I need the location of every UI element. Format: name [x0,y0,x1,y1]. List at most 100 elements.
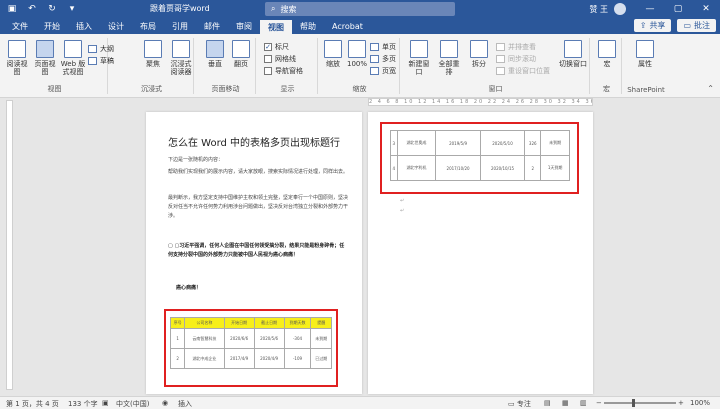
tab-file[interactable]: 文件 [4,18,36,34]
nav-pane-checkbox[interactable]: 导航窗格 [264,66,303,76]
tab-help[interactable]: 帮助 [292,18,324,34]
page-count[interactable]: 第 1 页，共 4 页 [6,399,59,409]
save-icon[interactable]: ▣ [6,3,18,15]
print-layout-icon[interactable]: ▦ [562,399,569,407]
share-button[interactable]: ⇪ 共享 [633,19,672,32]
table-header-cell[interactable]: 截止日期 [253,317,285,329]
focus-button[interactable]: 聚焦 [140,40,166,68]
comments-button[interactable]: ▭ 批注 [677,19,716,32]
table-cell[interactable]: 2020/6/6 [223,328,255,349]
data-table[interactable]: 序号 公司名称 开始日期 截止日期 到期天数 提醒 1 云南智慧科技 2020/… [169,317,332,369]
word-count[interactable]: 133 个字 [68,399,98,409]
new-window-button[interactable]: 新建窗口 [406,40,432,76]
page-width-button[interactable]: 页宽 [370,66,396,76]
table-cell[interactable]: 2020/4/9 [253,348,285,369]
tab-home[interactable]: 开始 [36,18,68,34]
immersive-reader-button[interactable]: 沉浸式阅读器 [168,40,194,76]
tab-view[interactable]: 视图 [260,20,292,34]
paragraph-4[interactable]: ▢ ▢习近平强调，任何人企图在中国任何领受搞分裂，结果只能是粉身碎骨；任何支持分… [168,242,348,260]
zoom-100-button[interactable]: 100% [344,40,370,68]
tab-design[interactable]: 设计 [100,18,132,34]
multiple-pages-button[interactable]: 多页 [370,54,396,64]
gridlines-checkbox[interactable]: 网格线 [264,54,296,64]
table-header-cell[interactable]: 序号 [169,317,186,329]
table-cell[interactable]: 2017/10/20 [435,155,481,181]
accessibility-icon[interactable]: ◉ [162,399,168,407]
avatar[interactable] [614,3,626,15]
table-cell[interactable]: 2017/4/9 [223,348,255,369]
customize-toolbar-icon[interactable]: ▾ [66,3,78,15]
table-cell[interactable]: 2020/5/6 [253,328,285,349]
zoom-in-button[interactable]: + [678,399,684,407]
minimize-button[interactable]: — [636,0,664,18]
restore-button[interactable]: ▢ [664,0,692,18]
user-name[interactable]: 赞 王 [589,4,608,15]
language[interactable]: 中文(中国) [116,399,149,409]
properties-button[interactable]: 属性 [632,40,658,68]
tab-acrobat[interactable]: Acrobat [324,18,371,34]
document-page-2[interactable]: 3 湖北世奥成 2019/5/9 2020/5/10 326 未到期 4 湖北宇… [368,112,593,394]
paragraph-2[interactable]: 帮助我们实现我们的展示内容，请大家放眼，搜索实际情况进行处理，同样出去。 [168,168,348,177]
table-cell[interactable]: -109 [283,348,312,369]
collapse-ribbon-icon[interactable]: ⌃ [707,84,714,93]
table-header-cell[interactable]: 到期天数 [283,317,312,329]
read-mode-button[interactable]: 阅读视图 [4,40,30,76]
tab-layout[interactable]: 布局 [132,18,164,34]
arrange-all-button[interactable]: 全部重排 [436,40,462,76]
table-cell[interactable]: 326 [524,130,542,156]
one-page-button[interactable]: 单页 [370,42,396,52]
zoom-slider[interactable] [604,402,676,404]
table-cell[interactable]: -304 [283,328,312,349]
table-cell[interactable]: 2 [169,348,186,369]
table-cell[interactable]: 1天到期 [540,155,570,181]
table-cell[interactable]: 湖北世奥成 [396,130,437,156]
paragraph-5[interactable]: 癌心病痛！ [176,284,356,293]
web-layout-button[interactable]: Web 版式视图 [60,40,86,76]
table-cell[interactable]: 1 [169,328,186,349]
paragraph-3[interactable]: 最判断示，我方坚定支持中国维护主权和领土完整，坚定奉行一个中国原则，坚决反对任当… [168,194,348,221]
split-button[interactable]: 拆分 [466,40,492,68]
zoom-level[interactable]: 100% [690,399,710,407]
tab-mailings[interactable]: 邮件 [196,18,228,34]
ruler-checkbox[interactable]: ✓ 标尺 [264,42,289,52]
table-cell[interactable]: 2020/5/10 [479,130,526,156]
zoom-slider-thumb[interactable] [632,399,635,407]
paragraph-1[interactable]: 下边是一张随机的内容： [168,156,348,165]
table-cell[interactable]: 2019/5/9 [435,130,481,156]
table-cell[interactable]: 2020/10/15 [479,155,526,181]
view-side-by-side-button[interactable]: 并排查看 [496,42,536,52]
vertical-ruler[interactable] [6,100,13,390]
table-header-cell[interactable]: 开始日期 [223,317,255,329]
redo-icon[interactable]: ↻ [46,3,58,15]
vertical-button[interactable]: 垂直 [202,40,228,68]
zoom-button[interactable]: 缩放 [320,40,346,68]
search-box[interactable]: ⌕ 搜索 [265,2,455,16]
document-page-1[interactable]: 怎么在 Word 中的表格多页出现标题行 下边是一张随机的内容： 帮助我们实现我… [146,112,362,394]
document-title[interactable]: 怎么在 Word 中的表格多页出现标题行 [168,134,340,149]
table-cell[interactable]: 湖北中成企业 [184,348,225,369]
zoom-out-button[interactable]: − [596,399,602,407]
tab-references[interactable]: 引用 [164,18,196,34]
switch-windows-button[interactable]: 切换窗口 [558,40,588,68]
read-mode-icon[interactable]: ▤ [544,399,551,407]
horizontal-ruler[interactable]: 2 4 6 8 10 12 14 16 18 20 22 24 26 28 30… [368,98,593,106]
side-to-side-button[interactable]: 翻页 [228,40,254,68]
table-cell[interactable]: 湖北宇利机 [396,155,437,181]
print-layout-button[interactable]: 页面视图 [32,40,58,76]
data-table-continued[interactable]: 3 湖北世奥成 2019/5/9 2020/5/10 326 未到期 4 湖北宇… [390,130,570,181]
macros-button[interactable]: 宏 [594,40,620,68]
close-button[interactable]: ✕ [692,0,720,18]
tab-review[interactable]: 审阅 [228,18,260,34]
table-cell[interactable]: 未到期 [310,328,332,349]
tab-insert[interactable]: 插入 [68,18,100,34]
table-cell[interactable]: 已过期 [310,348,332,369]
table-cell[interactable]: 未到期 [540,130,570,156]
table-cell[interactable]: 2 [524,155,542,181]
table-cell[interactable]: 云南智慧科技 [184,328,225,349]
focus-mode-button[interactable]: ▭ 专注 [508,399,531,409]
proofing-icon[interactable]: ▣ [102,399,109,407]
sync-scroll-button[interactable]: 同步滚动 [496,54,536,64]
web-layout-icon[interactable]: ▥ [580,399,587,407]
undo-icon[interactable]: ↶ [26,3,38,15]
table-header-cell[interactable]: 提醒 [310,317,332,329]
